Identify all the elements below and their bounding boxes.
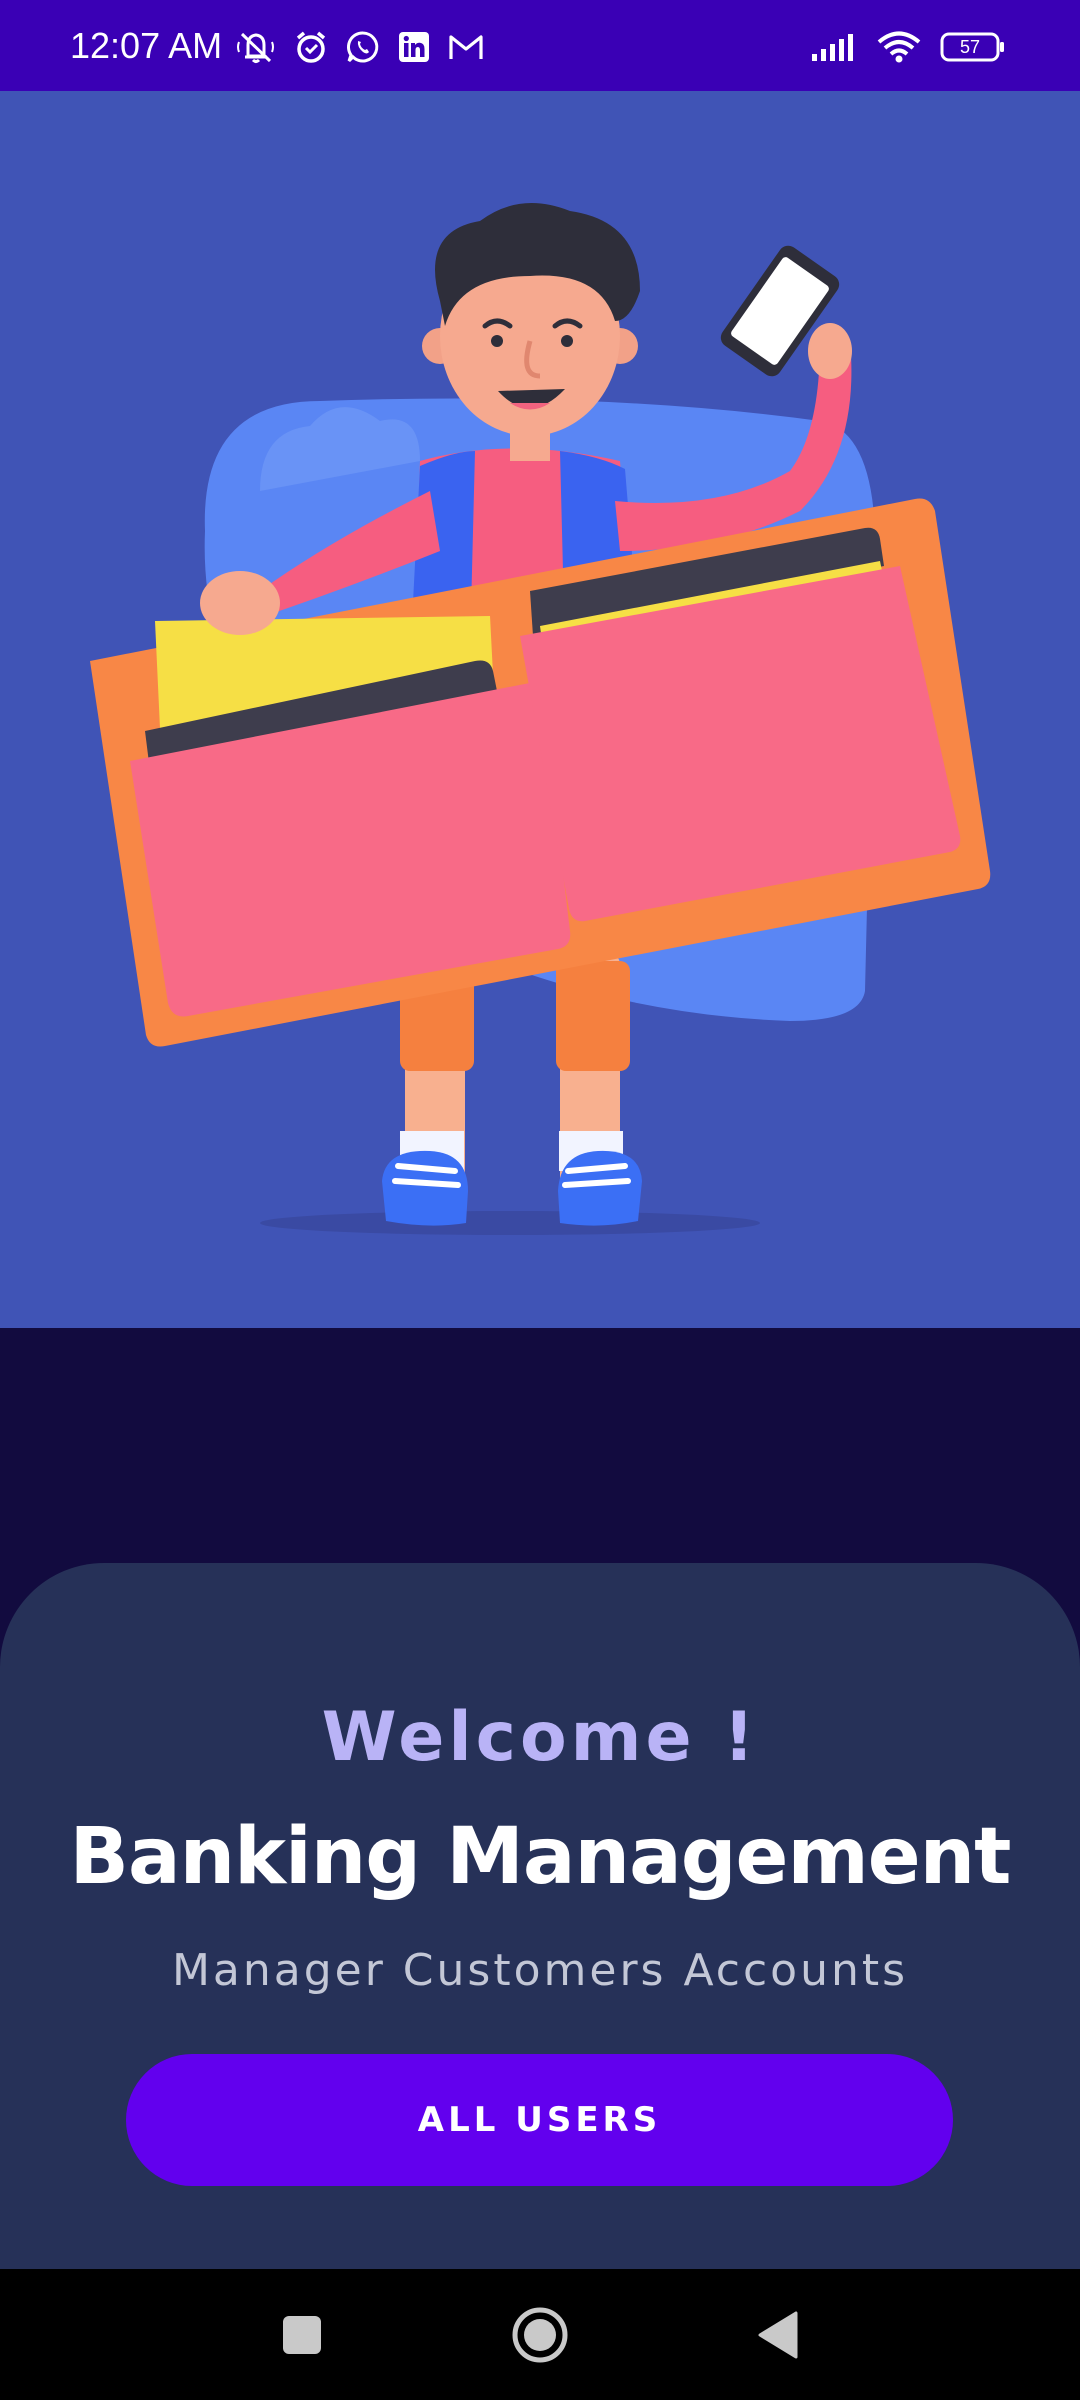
- signal-icon: [812, 34, 853, 61]
- home-button[interactable]: [504, 2299, 576, 2371]
- screen: 12:07 AM 57 Welcome ! Banking Management…: [0, 0, 1080, 2400]
- recents-button[interactable]: [266, 2299, 338, 2371]
- battery-level: 57: [959, 37, 981, 57]
- app-title: Banking Management: [69, 1812, 1012, 1902]
- whatsapp-icon: [347, 31, 379, 63]
- back-button[interactable]: [742, 2299, 814, 2371]
- left-hand: [200, 571, 280, 635]
- left-shoe: [382, 1150, 468, 1226]
- status-bar: 12:07 AM 57: [0, 0, 1080, 91]
- notification-icons: [236, 31, 484, 63]
- right-shorts: [556, 961, 630, 1071]
- home-icon: [512, 2307, 568, 2363]
- system-icons: 57: [810, 31, 1006, 63]
- battery-icon: 57: [940, 32, 1006, 62]
- wifi-icon: [877, 31, 921, 63]
- alarm-icon: [296, 31, 326, 63]
- person-holding-wallet-illustration: [90, 203, 991, 1235]
- navigation-bar: [0, 2269, 1080, 2400]
- recents-icon: [283, 2316, 321, 2354]
- right-shoe: [558, 1150, 642, 1226]
- status-time: 12:07 AM: [70, 25, 223, 66]
- linkedin-icon: [399, 32, 429, 62]
- floor-shadow: [260, 1211, 760, 1235]
- back-icon: [758, 2311, 798, 2359]
- app-subtitle: Manager Customers Accounts: [171, 1945, 909, 1996]
- gmail-icon: [449, 35, 483, 59]
- mute-icon: [237, 32, 274, 63]
- welcome-greeting: Welcome !: [321, 1698, 759, 1777]
- all-users-button[interactable]: ALL USERS: [126, 2054, 953, 2186]
- hero-banner: [0, 91, 1080, 1328]
